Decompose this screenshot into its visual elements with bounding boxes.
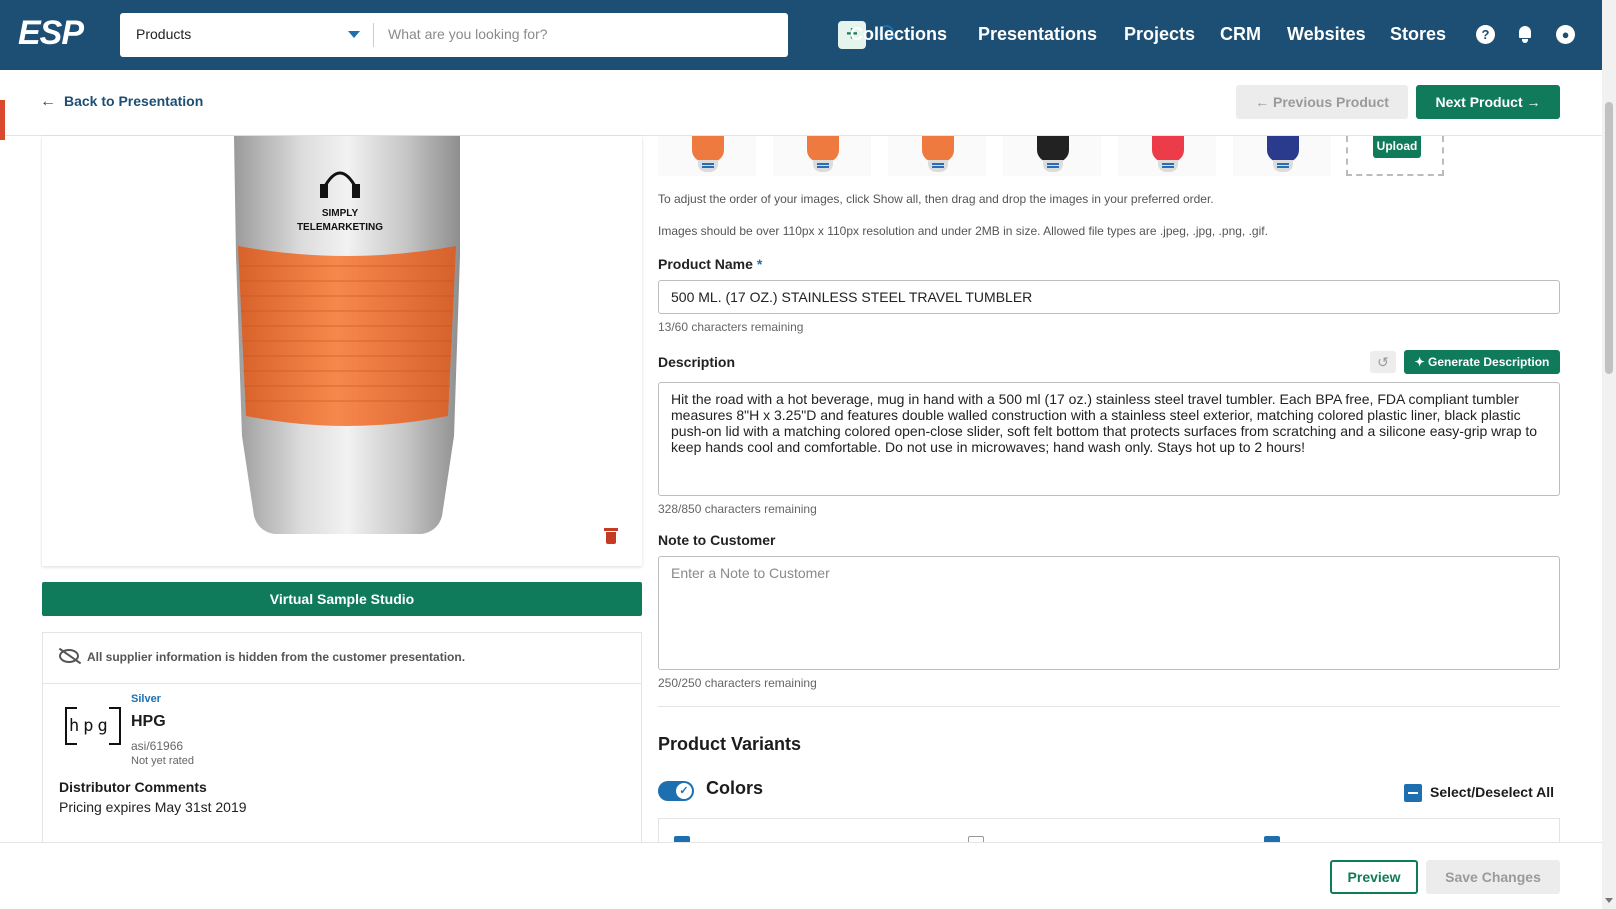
drag-handle-icon[interactable] <box>702 163 714 168</box>
image-thumbnail-strip <box>658 136 1458 176</box>
distributor-comments-label: Distributor Comments <box>59 779 207 795</box>
note-to-customer-field[interactable]: Enter a Note to Customer <box>658 556 1560 670</box>
check-icon: ✓ <box>676 783 692 799</box>
thumbnail-cup <box>1037 136 1069 162</box>
nav-projects[interactable]: Projects <box>1124 24 1195 45</box>
next-product-button[interactable]: Next Product → <box>1416 85 1560 119</box>
user-avatar-icon[interactable]: ● <box>1556 25 1575 44</box>
product-image-thumbnail[interactable] <box>1233 136 1331 176</box>
nav-websites[interactable]: Websites <box>1287 24 1366 45</box>
thumbnail-cup <box>1152 136 1184 162</box>
thumbnail-cup <box>692 136 724 162</box>
bell-icon[interactable] <box>1516 25 1534 43</box>
search-bar: Products What are you looking for? + <box>120 13 894 57</box>
product-image-card: SIMPLY TELEMARKETING <box>42 136 642 566</box>
drag-handle-icon[interactable] <box>817 163 829 168</box>
search-input[interactable]: What are you looking for? <box>388 26 548 42</box>
preview-button[interactable]: Preview <box>1330 860 1418 894</box>
chevron-down-icon[interactable] <box>348 31 360 38</box>
save-changes-button[interactable]: Save Changes <box>1426 860 1560 894</box>
scrollbar-thumb[interactable] <box>1605 102 1613 374</box>
imprint-text-line2: TELEMARKETING <box>297 222 383 233</box>
upload-button[interactable]: Upload <box>1373 136 1421 158</box>
product-variants-title: Product Variants <box>658 734 802 754</box>
image-size-help-text: Images should be over 110px x 110px reso… <box>658 224 1268 238</box>
esp-logo[interactable]: ESP <box>18 14 84 53</box>
drag-handle-icon[interactable] <box>1047 163 1059 168</box>
undo-icon[interactable]: ↺ <box>1370 351 1396 373</box>
previous-product-button[interactable]: ← Previous Product <box>1236 85 1408 119</box>
supplier-tier-badge: Silver <box>131 693 161 705</box>
virtual-sample-studio-button[interactable]: Virtual Sample Studio <box>42 582 642 616</box>
divider <box>658 706 1560 707</box>
supplier-rating: Not yet rated <box>131 755 194 767</box>
note-counter: 250/250 characters remaining <box>658 676 817 690</box>
arrow-left-icon: ← <box>40 93 56 110</box>
product-image-thumbnail[interactable] <box>773 136 871 176</box>
search-divider <box>373 23 374 47</box>
colors-label: Colors <box>706 778 764 798</box>
trash-icon[interactable] <box>604 528 618 544</box>
reorder-help-text: To adjust the order of your images, clic… <box>658 192 1214 206</box>
product-image-thumbnail[interactable] <box>658 136 756 176</box>
product-edit-header: ← Back to Presentation ← Previous Product… <box>0 70 1602 140</box>
scroll-down-arrow[interactable] <box>1605 898 1613 903</box>
supplier-card: All supplier information is hidden from … <box>42 632 642 852</box>
nav-presentations[interactable]: Presentations <box>978 24 1097 45</box>
description-label: Description <box>658 354 736 370</box>
thumbnail-cup <box>922 136 954 162</box>
select-all-label[interactable]: Select/Deselect All <box>1430 784 1554 800</box>
top-nav-bar: ESP Products What are you looking for? +… <box>0 0 1602 70</box>
distributor-comments: Pricing expires May 31st 2019 <box>59 799 247 815</box>
product-name-counter: 13/60 characters remaining <box>658 320 804 334</box>
thumbnail-cup <box>1267 136 1299 162</box>
nav-crm[interactable]: CRM <box>1220 24 1261 45</box>
thumbnail-cup <box>807 136 839 162</box>
search-type-select[interactable]: Products <box>136 26 191 42</box>
drag-handle-icon[interactable] <box>1162 163 1174 168</box>
supplier-name[interactable]: HPG <box>131 713 166 731</box>
product-image-thumbnail[interactable] <box>1003 136 1101 176</box>
generate-description-button[interactable]: ✦ Generate Description <box>1404 350 1560 374</box>
note-to-customer-label: Note to Customer <box>658 532 776 548</box>
divider <box>43 683 641 684</box>
upload-dropzone[interactable]: Upload <box>1346 136 1444 176</box>
description-field[interactable]: Hit the road with a hot beverage, mug in… <box>658 382 1560 496</box>
colors-toggle[interactable]: ✓ <box>658 781 694 801</box>
description-counter: 328/850 characters remaining <box>658 502 817 516</box>
required-marker: * <box>756 256 763 272</box>
help-icon[interactable]: ? <box>1476 25 1495 44</box>
nav-collections[interactable]: Collections <box>850 24 947 45</box>
product-name-label: Product Name * <box>658 256 763 272</box>
footer-action-bar: Preview Save Changes <box>0 842 1602 909</box>
imprint-text-line1: SIMPLY <box>322 208 359 219</box>
eye-off-icon <box>59 649 79 663</box>
feedback-tab[interactable] <box>0 100 5 140</box>
logo-text: hpg <box>69 716 112 736</box>
page-scrollbar[interactable] <box>1602 0 1616 909</box>
supplier-logo: hpg <box>65 707 121 745</box>
drag-handle-icon[interactable] <box>932 163 944 168</box>
back-to-presentation-link[interactable]: ← Back to Presentation <box>40 93 203 111</box>
product-image-thumbnail[interactable] <box>888 136 986 176</box>
supplier-hidden-note: All supplier information is hidden from … <box>59 649 465 664</box>
product-image-thumbnail[interactable] <box>1118 136 1216 176</box>
nav-stores[interactable]: Stores <box>1390 24 1446 45</box>
select-all-checkbox[interactable] <box>1404 784 1422 802</box>
product-name-field[interactable]: 500 ML. (17 OZ.) STAINLESS STEEL TRAVEL … <box>658 280 1560 314</box>
product-image: SIMPLY TELEMARKETING <box>234 136 460 534</box>
supplier-asi: asi/61966 <box>131 739 184 753</box>
drag-handle-icon[interactable] <box>1277 163 1289 168</box>
